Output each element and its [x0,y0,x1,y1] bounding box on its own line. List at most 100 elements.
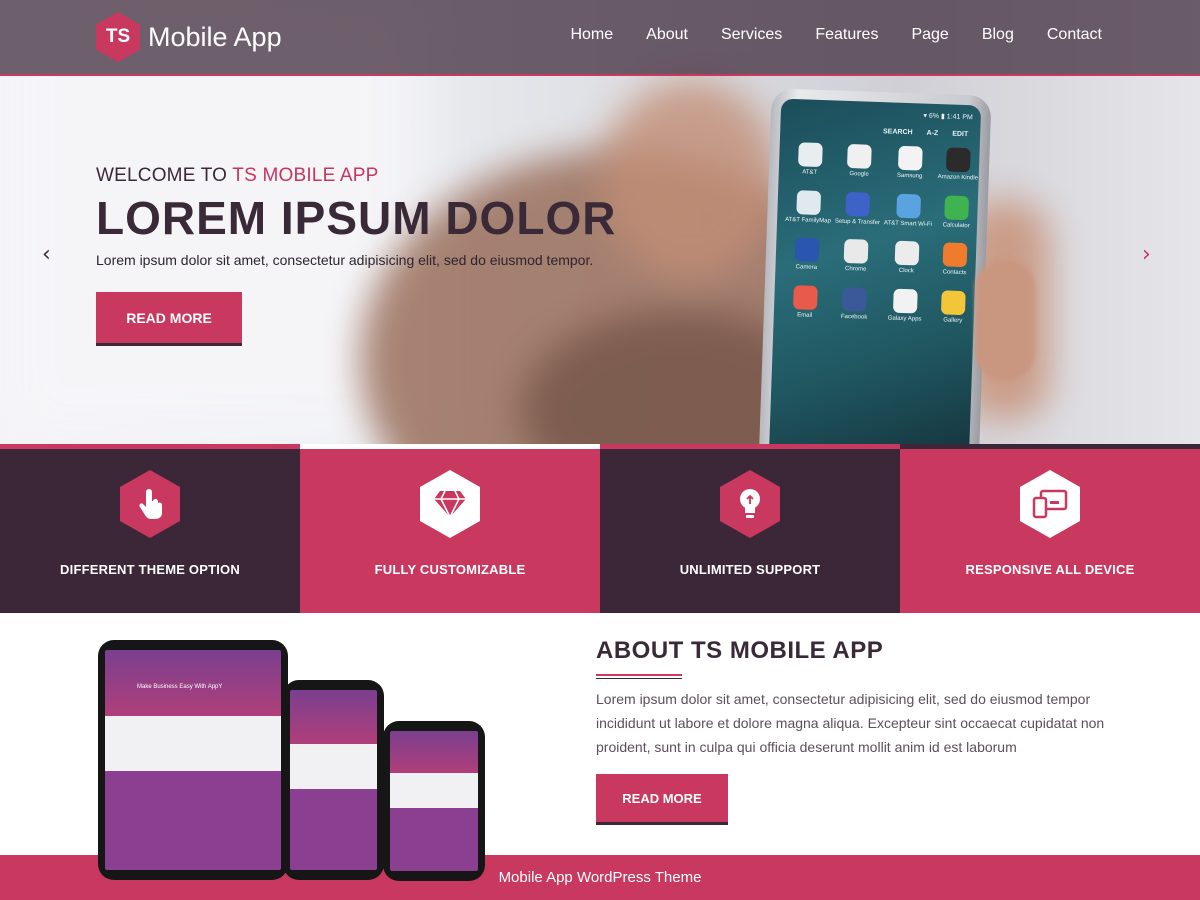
phone-app-icon: AT&T [787,142,834,177]
nav-item-page[interactable]: Page [911,26,948,44]
phone-app-icon: Calculator [936,194,978,230]
app-icon [946,147,971,173]
phone-screen-tabs: SEARCH A-Z EDIT [792,125,968,138]
site-logo[interactable]: TS Mobile App [96,12,282,62]
slider-next-icon[interactable]: › [1142,242,1151,267]
app-label: Google [849,171,869,178]
app-mockup-phone: Make Business Easy With AppY [98,640,288,880]
app-label: Facebook [840,313,868,321]
hero-title: LOREM IPSUM DOLOR [96,192,617,244]
feature-label: FULLY CUSTOMIZABLE [374,562,526,577]
nav-item-services[interactable]: Services [721,26,782,44]
app-label: AT&T [802,169,818,176]
features-strip: DIFFERENT THEME OPTION FULLY CUSTOMIZABL… [0,444,1200,613]
phone-app-icon: Amazon Kindle [938,147,980,182]
app-icon [794,237,820,263]
logo-badge: TS [96,12,140,62]
app-icon [942,242,968,268]
title-divider [596,674,682,676]
app-label: Amazon Kindle [937,174,979,182]
phone-tab: A-Z [926,129,939,138]
phone-app-icon: Email [782,284,829,320]
feature-label: RESPONSIVE ALL DEVICE [965,562,1135,577]
app-icon [792,284,818,310]
phone-status-bar: ▾ 6% ▮ 1:41 PM [923,112,973,122]
nav-item-contact[interactable]: Contact [1047,26,1102,44]
hero-welcome: WELCOME TO TS MOBILE APP [96,165,616,187]
phone-app-icon: Facebook [831,286,877,321]
feature-card-customizable[interactable]: FULLY CUSTOMIZABLE [300,444,600,613]
feature-card-support[interactable]: UNLIMITED SUPPORT [600,444,900,613]
phone-app-icon: AT&T FamilyMap [785,189,832,224]
feature-card-responsive[interactable]: RESPONSIVE ALL DEVICE [900,444,1200,613]
phone-app-icon: Chrome [833,239,879,274]
phone-app-icon: Contacts [934,242,976,277]
app-label: AT&T Smart Wi-Fi [883,219,933,228]
touch-icon [120,470,180,538]
mockup-screen [290,690,377,870]
app-label: Samsung [896,172,923,180]
app-icon [941,290,966,315]
app-label: Clock [898,268,914,275]
phone-app-icon: Galaxy Apps [880,288,929,323]
app-icon [897,145,923,171]
app-icon [892,288,918,314]
app-label: Chrome [844,266,867,273]
app-icon [845,191,871,217]
nav-item-features[interactable]: Features [815,26,878,44]
phone-app-icon: Samsung [885,145,934,180]
app-icon [797,142,823,168]
phone-app-grid: AT&TGoogleSamsungAmazon KindleAmazonAT&T… [782,142,982,325]
app-icon [896,193,921,219]
phone-app-icon: Clock [882,240,931,275]
app-label: Calculator [942,221,970,229]
app-label: Gallery [943,317,963,324]
title-divider [596,678,682,679]
nav-item-home[interactable]: Home [570,26,613,44]
footer-credit[interactable]: Mobile App WordPress Theme [499,869,702,886]
lightbulb-icon [720,470,780,538]
mockup-headline: Make Business Easy With AppY [137,684,223,690]
app-mockup-phone [283,680,384,880]
mockup-screen [390,731,478,871]
hero-welcome-accent: TS MOBILE APP [232,165,379,186]
feature-label: UNLIMITED SUPPORT [679,562,821,577]
feature-label: DIFFERENT THEME OPTION [60,562,240,577]
phone-tab: SEARCH [882,128,913,137]
main-nav: Home About Services Features Page Blog C… [570,26,1102,44]
app-icon [796,189,822,215]
mockup-screen: Make Business Easy With AppY [105,650,281,870]
app-label: Setup & Transfer [834,218,881,226]
app-icon [843,239,869,264]
hero-welcome-text: WELCOME TO [96,165,233,186]
app-mockup-phone [383,721,485,881]
nav-item-blog[interactable]: Blog [982,26,1014,44]
nav-item-about[interactable]: About [646,26,688,44]
hero-text: WELCOME TO TS MOBILE APP LOREM IPSUM DOL… [96,165,616,268]
app-icon [842,286,868,312]
site-header: TS Mobile App Home About Services Featur… [0,0,1200,76]
hero-background [600,80,780,280]
phone-app-icon: Setup & Transfer [835,191,881,226]
feature-card-theme-option[interactable]: DIFFERENT THEME OPTION [0,444,300,613]
site-title: Mobile App [148,21,282,52]
app-label: Contacts [942,269,967,277]
phone-app-icon: Gallery [933,290,975,325]
app-label: Camera [795,264,818,272]
phone-app-icon: Camera [783,237,830,272]
app-icon [944,194,970,220]
app-label: Email [797,312,813,319]
hero-read-more-button[interactable]: READ MORE [96,292,242,346]
diamond-icon [420,470,480,538]
phone-tab: EDIT [952,130,969,139]
about-read-more-button[interactable]: READ MORE [596,774,728,825]
phone-app-icon: AT&T Smart Wi-Fi [884,193,933,228]
app-label: AT&T FamilyMap [785,216,832,225]
hand-thumb [975,260,1035,380]
app-icon [847,143,873,169]
about-body: Lorem ipsum dolor sit amet, consectetur … [596,691,1105,755]
hero-phone-image: ▾ 6% ▮ 1:41 PM SEARCH A-Z EDIT AT&T Googl… [758,88,992,444]
app-label: Galaxy Apps [887,315,922,323]
slider-prev-icon[interactable]: ‹ [42,242,51,267]
phone-screen: ▾ 6% ▮ 1:41 PM SEARCH A-Z EDIT AT&T Googl… [768,98,982,444]
